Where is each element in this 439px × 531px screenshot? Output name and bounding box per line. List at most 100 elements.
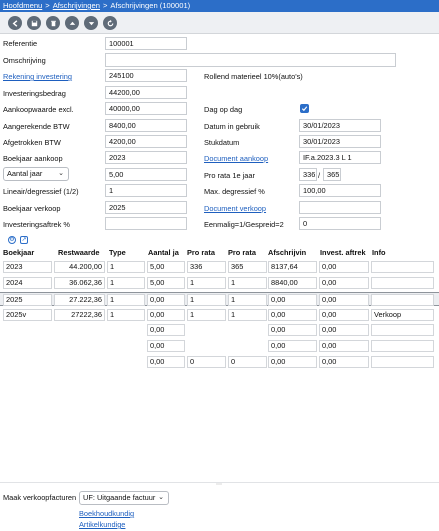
cell-type[interactable] — [107, 340, 145, 352]
column-header-pro-rata-2[interactable]: Pro rata — [228, 248, 256, 257]
cell-aantal-jaar[interactable]: 0,00 — [147, 340, 185, 352]
export-icon[interactable]: ↗ — [20, 236, 28, 244]
document-verkoop-link[interactable]: Document verkoop — [204, 203, 266, 214]
cell-aantal-jaar[interactable]: 0,00 — [147, 324, 185, 336]
cell-type[interactable] — [107, 324, 145, 336]
max-degressief-input[interactable]: 100,00 — [299, 184, 381, 197]
cell-restwaarde[interactable] — [54, 356, 105, 368]
pro-rata-denominator-input[interactable]: 365 — [323, 168, 341, 181]
cell-pro-rata-1[interactable]: 1 — [187, 294, 226, 306]
investeringsaftrek-input[interactable] — [105, 217, 187, 230]
referentie-input[interactable]: 100001 — [105, 37, 187, 50]
cell-restwaarde[interactable] — [54, 324, 105, 336]
omschrijving-input[interactable] — [105, 53, 396, 67]
cell-boekjaar[interactable]: 2023 — [3, 261, 52, 273]
cell-restwaarde[interactable]: 27.222,36 — [54, 294, 105, 306]
cell-type[interactable]: 1 — [107, 261, 145, 273]
table-row[interactable]: 2024 36.062,36 1 5,00 1 1 8840,00 0,00 — [0, 276, 439, 290]
cell-aantal-jaar[interactable]: 0,00 — [147, 294, 185, 306]
table-row[interactable]: 0,00 0 0 0,00 0,00 — [0, 355, 439, 369]
cell-info[interactable] — [371, 356, 434, 368]
drag-handle-icon[interactable]: ⋯ — [216, 481, 222, 488]
column-header-pro-rata-1[interactable]: Pro rata — [187, 248, 215, 257]
cell-restwaarde[interactable] — [54, 340, 105, 352]
investeringsbedrag-input[interactable]: 44200,00 — [105, 86, 187, 99]
cell-restwaarde[interactable]: 36.062,36 — [54, 277, 105, 289]
lineair-degressief-input[interactable]: 1 — [105, 184, 187, 197]
document-aankoop-link[interactable]: Document aankoop — [204, 153, 268, 164]
cell-pro-rata-1[interactable] — [187, 340, 226, 352]
cell-type[interactable]: 1 — [107, 309, 145, 321]
table-row[interactable]: 0,00 0,00 0,00 — [0, 339, 439, 353]
column-header-afschrijving[interactable]: Afschrijvin — [268, 248, 306, 257]
cell-type[interactable] — [107, 356, 145, 368]
column-header-aantal-jaar[interactable]: Aantal ja — [148, 248, 179, 257]
aangerekende-btw-input[interactable]: 8400,00 — [105, 119, 187, 132]
cell-afschrijving[interactable]: 8840,00 — [268, 277, 317, 289]
aankoopwaarde-input[interactable]: 40000,00 — [105, 102, 187, 115]
cell-invest-aftrek[interactable]: 0,00 — [319, 294, 369, 306]
breadcrumb-afschrijvingen-link[interactable]: Afschrijvingen — [53, 1, 100, 10]
aantal-jaar-input[interactable]: 5,00 — [105, 168, 187, 181]
column-header-type[interactable]: Type — [109, 248, 126, 257]
cell-boekjaar[interactable]: 2025 — [3, 294, 52, 306]
cell-pro-rata-1[interactable] — [187, 324, 226, 336]
cell-pro-rata-2[interactable]: 1 — [228, 309, 267, 321]
column-header-restwaarde[interactable]: Restwaarde — [58, 248, 100, 257]
cell-info[interactable] — [371, 324, 434, 336]
cell-info[interactable] — [371, 277, 434, 289]
cell-aantal-jaar[interactable]: 5,00 — [147, 261, 185, 273]
cell-aantal-jaar[interactable]: 5,00 — [147, 277, 185, 289]
cell-pro-rata-2[interactable]: 1 — [228, 294, 267, 306]
cell-aantal-jaar[interactable]: 0,00 — [147, 356, 185, 368]
cell-afschrijving[interactable]: 0,00 — [268, 294, 317, 306]
cell-afschrijving[interactable]: 8137,64 — [268, 261, 317, 273]
table-row[interactable]: 2025v 27222,36 1 0,00 1 1 0,00 0,00 Verkoop — [0, 308, 439, 322]
cell-restwaarde[interactable]: 27222,36 — [54, 309, 105, 321]
rekening-investering-link[interactable]: Rekening investering — [3, 71, 72, 82]
cell-pro-rata-2[interactable]: 365 — [228, 261, 267, 273]
cell-boekjaar[interactable] — [3, 324, 52, 336]
cell-info[interactable] — [371, 261, 434, 273]
boekjaar-verkoop-input[interactable]: 2025 — [105, 201, 187, 214]
column-header-boekjaar[interactable]: Boekjaar — [3, 248, 34, 257]
cell-pro-rata-2[interactable]: 1 — [228, 277, 267, 289]
document-aankoop-input[interactable]: IF.a.2023.3 L 1 — [299, 151, 381, 164]
cell-pro-rata-1[interactable]: 0 — [187, 356, 226, 368]
boekhoudkundig-link[interactable]: Boekhoudkundig — [79, 508, 134, 519]
back-icon[interactable] — [8, 16, 22, 30]
cell-pro-rata-2[interactable]: 0 — [228, 356, 267, 368]
cell-restwaarde[interactable]: 44.200,00 — [54, 261, 105, 273]
refresh-icon[interactable] — [103, 16, 117, 30]
column-header-invest-aftrek[interactable]: Invest. aftrek — [320, 248, 366, 257]
cell-info[interactable]: Verkoop — [371, 309, 434, 321]
dag-op-dag-checkbox[interactable] — [300, 104, 309, 113]
cell-pro-rata-1[interactable]: 1 — [187, 309, 226, 321]
artikelkundige-link[interactable]: Artikelkundige — [79, 519, 125, 530]
boekjaar-aankoop-input[interactable]: 2023 — [105, 151, 187, 164]
eenmalig-gespreid-input[interactable]: 0 — [299, 217, 381, 230]
pro-rata-numerator-input[interactable]: 336 — [299, 168, 317, 181]
cell-info[interactable] — [371, 340, 434, 352]
breadcrumb-hoofdmenu-link[interactable]: Hoofdmenu — [3, 1, 42, 10]
cell-invest-aftrek[interactable]: 0,00 — [319, 356, 369, 368]
column-header-info[interactable]: Info — [372, 248, 386, 257]
cell-info[interactable] — [371, 294, 434, 306]
save-icon[interactable] — [27, 16, 41, 30]
cell-pro-rata-1[interactable]: 1 — [187, 277, 226, 289]
down-icon[interactable] — [84, 16, 98, 30]
cell-invest-aftrek[interactable]: 0,00 — [319, 261, 369, 273]
rekening-investering-input[interactable]: 245100 — [105, 69, 187, 82]
cell-boekjaar[interactable]: 2024 — [3, 277, 52, 289]
settings-icon[interactable]: ⚙ — [8, 236, 16, 244]
cell-pro-rata-2[interactable] — [228, 324, 267, 336]
cell-invest-aftrek[interactable]: 0,00 — [319, 340, 369, 352]
cell-afschrijving[interactable]: 0,00 — [268, 356, 317, 368]
cell-afschrijving[interactable]: 0,00 — [268, 309, 317, 321]
cell-pro-rata-1[interactable]: 336 — [187, 261, 226, 273]
table-row[interactable]: 0,00 0,00 0,00 — [0, 323, 439, 337]
cell-invest-aftrek[interactable]: 0,00 — [319, 277, 369, 289]
cell-type[interactable]: 1 — [107, 277, 145, 289]
cell-afschrijving[interactable]: 0,00 — [268, 340, 317, 352]
table-row[interactable]: 2025 27.222,36 1 0,00 1 1 0,00 0,00 — [0, 292, 439, 306]
